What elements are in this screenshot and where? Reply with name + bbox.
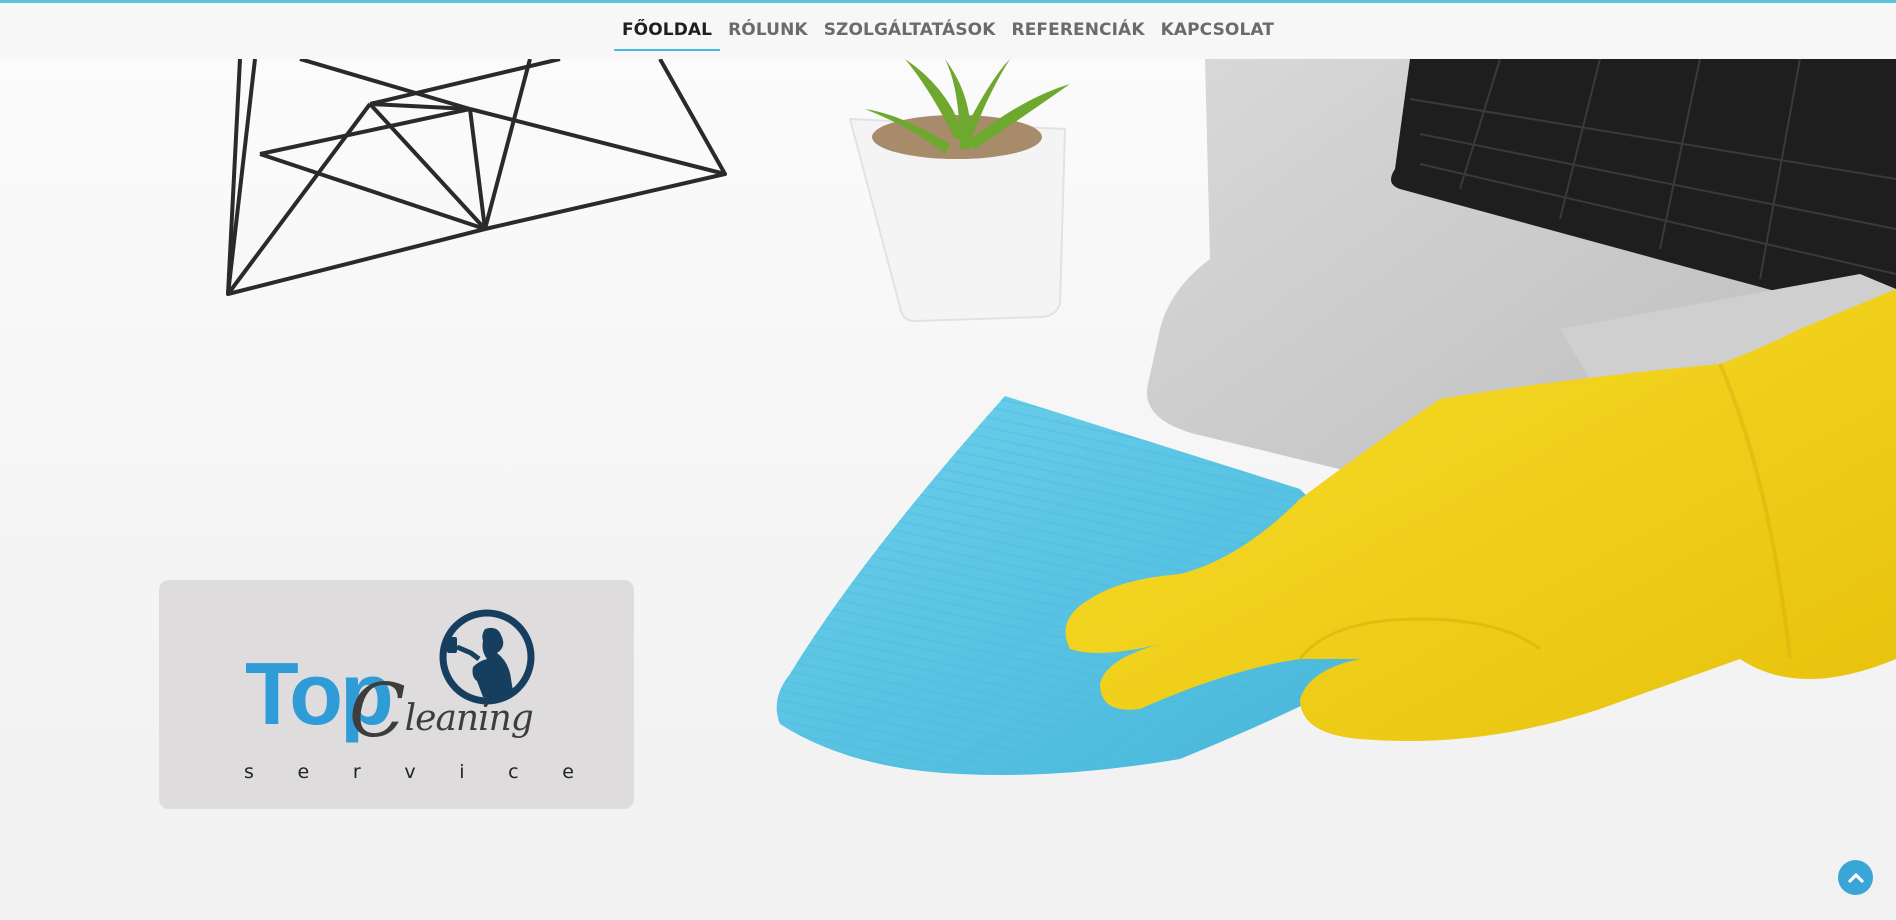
main-navbar: FŐOLDAL RÓLUNK SZOLGÁLTATÁSOK REFERENCIÁ… — [0, 3, 1896, 59]
plant-pot — [848, 59, 1070, 323]
logo-cleaning-rest: leaning — [404, 698, 534, 739]
service-letter: e — [297, 761, 310, 783]
nav-list: FŐOLDAL RÓLUNK SZOLGÁLTATÁSOK REFERENCIÁ… — [613, 11, 1282, 51]
service-letter: v — [404, 761, 416, 783]
service-letter: s — [244, 761, 254, 783]
service-letter: r — [352, 761, 361, 783]
company-logo-card: Top Cleaning s e r v i c e — [159, 580, 634, 809]
wire-decor — [226, 59, 727, 296]
nav-item-fooldal[interactable]: FŐOLDAL — [613, 11, 721, 51]
service-letter: e — [562, 761, 574, 783]
logo-service-text: s e r v i c e — [244, 761, 574, 783]
nav-item-referenciak[interactable]: REFERENCIÁK — [1004, 11, 1153, 51]
nav-item-rolunk[interactable]: RÓLUNK — [720, 11, 816, 51]
service-letter: i — [459, 761, 465, 783]
back-to-top-button[interactable] — [1838, 860, 1873, 895]
nav-item-szolgaltatasok[interactable]: SZOLGÁLTATÁSOK — [816, 11, 1004, 51]
service-letter: c — [508, 761, 519, 783]
logo-cleaning-initial: C — [349, 668, 406, 754]
chevron-up-icon — [1847, 872, 1864, 883]
hero-banner: Top Cleaning s e r v i c e — [0, 59, 1896, 920]
logo-cleaning-text: Cleaning — [349, 662, 534, 754]
nav-item-kapcsolat[interactable]: KAPCSOLAT — [1153, 11, 1282, 51]
